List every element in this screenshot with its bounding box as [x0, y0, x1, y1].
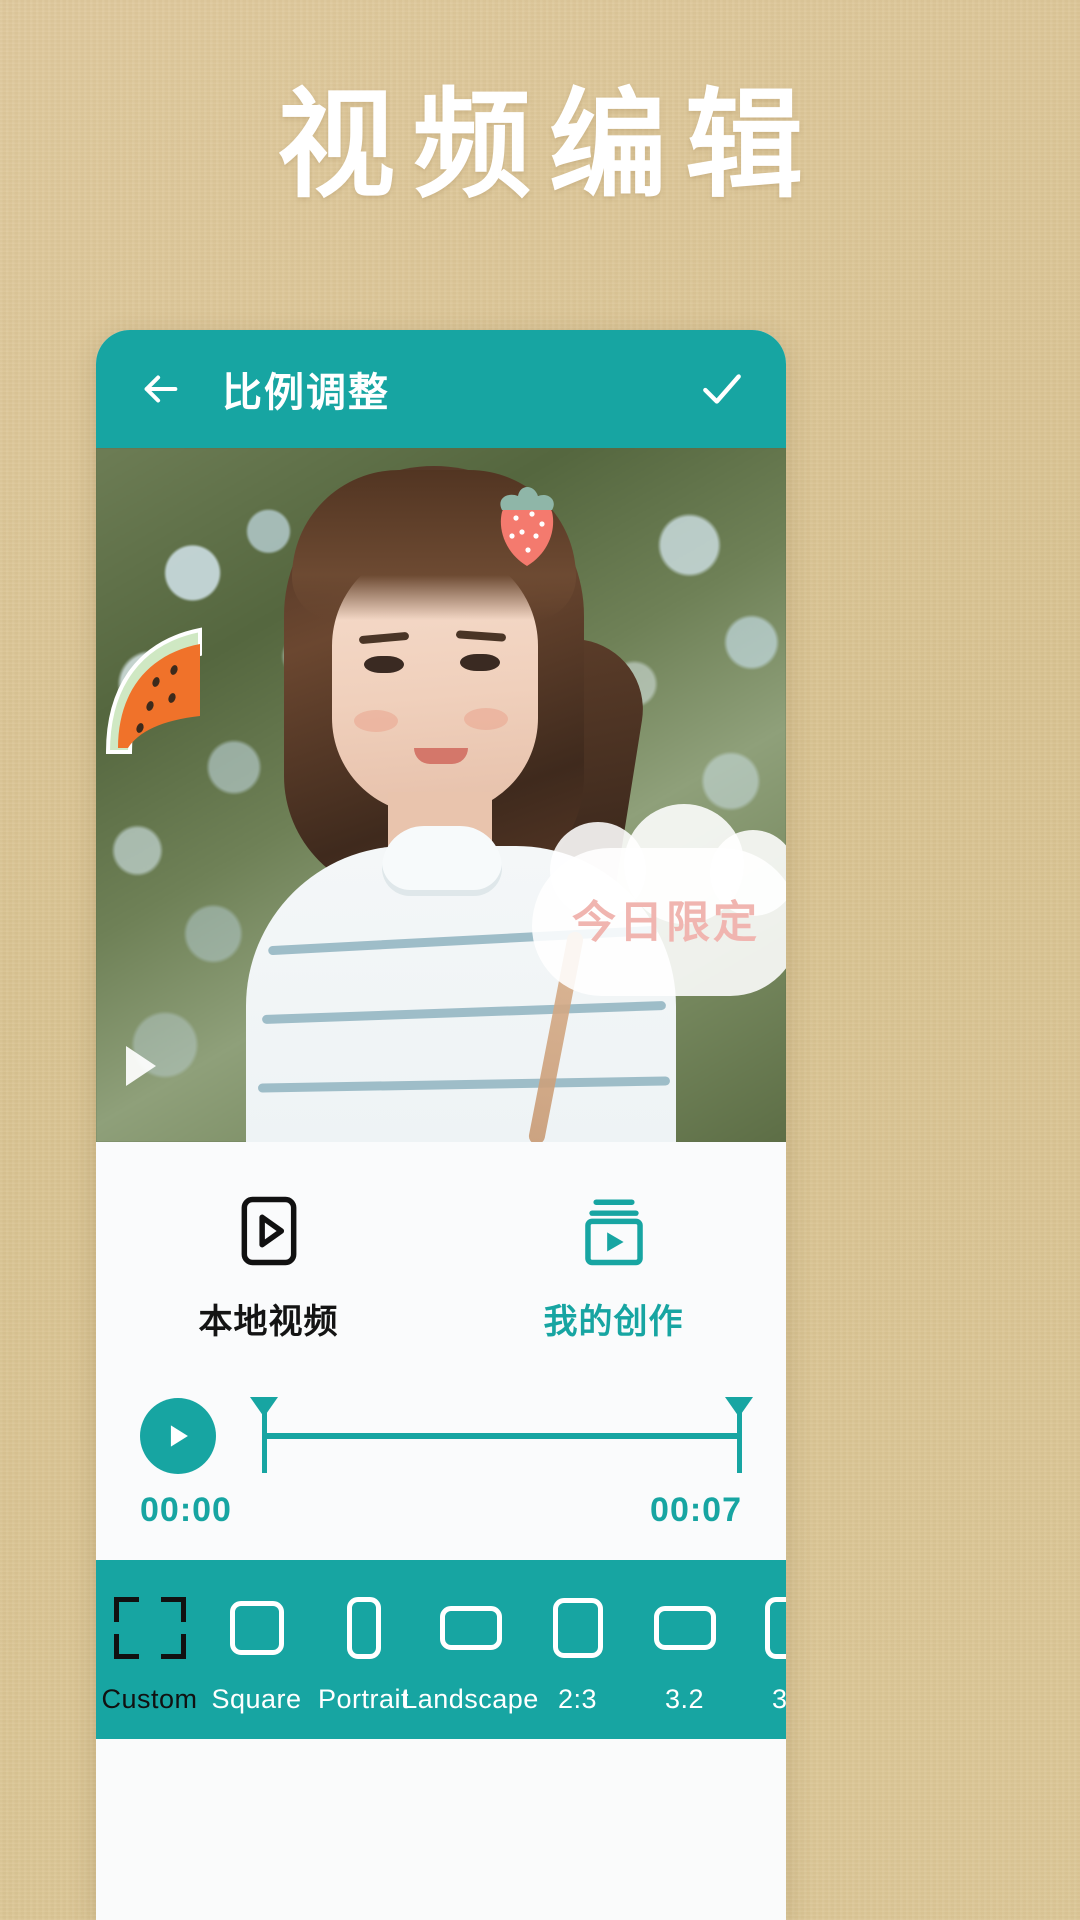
portrait-ratio-icon	[346, 1592, 381, 1664]
ratio-option-portrait[interactable]: Portrait	[310, 1592, 417, 1715]
square-ratio-icon	[229, 1592, 284, 1664]
trim-handle-start[interactable]	[250, 1397, 278, 1473]
video-stack-play-icon	[584, 1199, 643, 1266]
trim-handle-end[interactable]	[725, 1397, 753, 1473]
ratio-option-3-2-label: 3.2	[664, 1684, 705, 1714]
ratio-option-2-3-label: 2:3	[557, 1684, 598, 1714]
trim-track-bar	[262, 1433, 742, 1439]
app-header: 比例调整	[96, 330, 786, 448]
arrow-left-icon	[144, 375, 178, 403]
tab-local-video[interactable]: 本地视频	[96, 1194, 441, 1343]
ratio-option-2-3[interactable]: 2:3	[524, 1592, 631, 1715]
check-icon	[703, 374, 741, 404]
end-time-label: 00:07	[650, 1491, 742, 1529]
timeline-play-button[interactable]	[140, 1398, 216, 1474]
ratio-option-landscape-label: Landscape	[402, 1684, 539, 1714]
landscape-ratio-icon	[439, 1592, 502, 1664]
ratio-option-landscape[interactable]: Landscape	[402, 1592, 538, 1715]
ratio-2-3-icon	[552, 1592, 603, 1664]
strawberry-sticker	[500, 487, 554, 566]
ratio-option-3-2[interactable]: 3.2	[631, 1592, 738, 1715]
ratio-option-custom[interactable]: Custom	[96, 1592, 203, 1715]
cloud-sticker-text: 今日限定	[572, 897, 760, 948]
tab-my-creations-label: 我的创作	[543, 1302, 684, 1342]
watermelon-sticker	[105, 627, 202, 754]
play-circle-icon	[170, 1425, 188, 1447]
aspect-ratio-bar: Custom Square Portrait Landscape 2:3 3.2…	[96, 1560, 786, 1739]
ratio-option-square[interactable]: Square	[203, 1592, 310, 1715]
ratio-3-4-icon	[764, 1592, 786, 1664]
ratio-option-square-label: Square	[211, 1684, 302, 1714]
start-time-label: 00:00	[140, 1491, 232, 1529]
back-button[interactable]	[130, 359, 190, 419]
preview-play-icon[interactable]	[126, 1046, 156, 1086]
person-subject	[96, 448, 786, 1142]
crop-corners-icon	[113, 1592, 186, 1664]
ratio-option-custom-label: Custom	[101, 1684, 198, 1714]
source-tabs: 本地视频 我的创作	[96, 1142, 786, 1361]
phone-mockup: 比例调整 今日限定 本地视频 我的创作 00:00 00:07 Custom S…	[96, 330, 786, 1920]
tab-my-creations[interactable]: 我的创作	[441, 1194, 786, 1343]
ratio-3-2-icon	[653, 1592, 716, 1664]
video-preview[interactable]: 今日限定	[96, 448, 786, 1142]
tab-local-video-label: 本地视频	[198, 1302, 339, 1342]
time-labels: 00:00 00:07	[96, 1481, 786, 1560]
app-header-title: 比例调整	[222, 370, 390, 416]
ratio-option-3-4-label: 3.4	[771, 1684, 786, 1714]
cloud-sticker: 今日限定	[532, 804, 786, 996]
timeline-row	[96, 1361, 786, 1481]
video-frame-play-icon	[241, 1196, 296, 1266]
ratio-option-portrait-label: Portrait	[317, 1684, 410, 1714]
ratio-option-3-4[interactable]: 3.4	[738, 1592, 786, 1715]
trim-track[interactable]	[250, 1391, 753, 1481]
page-title: 视频编辑	[276, 76, 821, 214]
confirm-button[interactable]	[692, 359, 752, 419]
